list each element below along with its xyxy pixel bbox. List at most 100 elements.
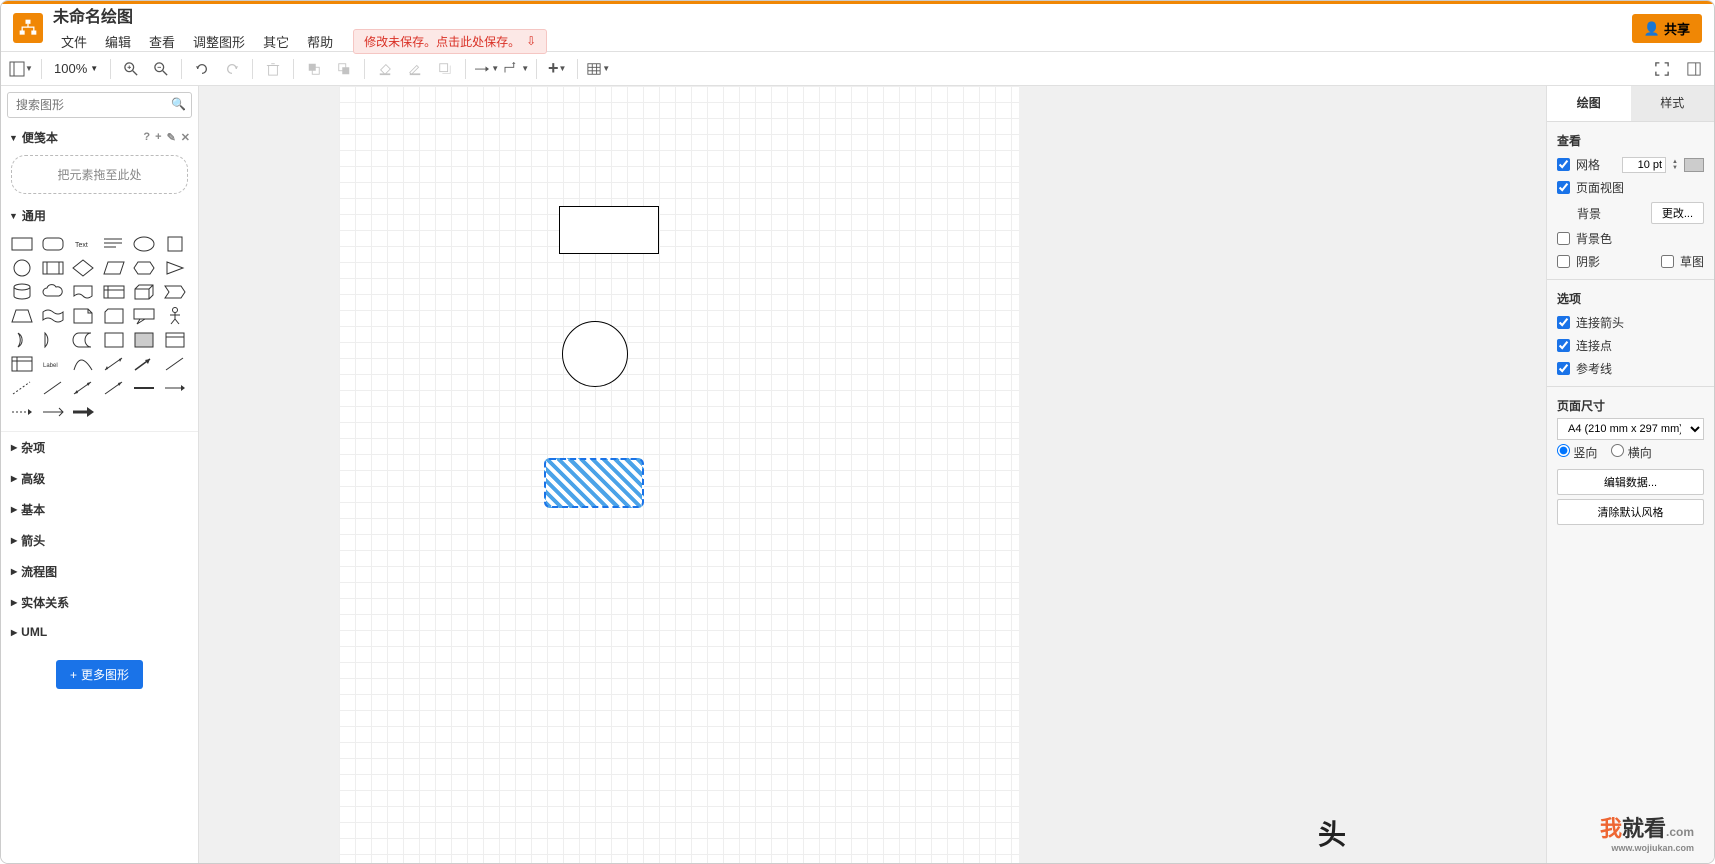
shadow-checkbox[interactable]: [1557, 255, 1570, 268]
category-advanced[interactable]: ▶高级: [1, 463, 198, 494]
grid-size-input[interactable]: [1622, 157, 1666, 173]
portrait-radio[interactable]: [1557, 444, 1570, 457]
shape-rect[interactable]: [9, 233, 35, 255]
shape-cube[interactable]: [131, 281, 157, 303]
shadow-button[interactable]: [431, 56, 459, 82]
format-panel-button[interactable]: [1680, 56, 1708, 82]
category-basic[interactable]: ▶基本: [1, 494, 198, 525]
page-size-select[interactable]: A4 (210 mm x 297 mm): [1557, 418, 1704, 440]
menu-file[interactable]: 文件: [53, 30, 95, 53]
connection-button[interactable]: ▼: [472, 56, 500, 82]
category-misc[interactable]: ▶杂项: [1, 432, 198, 463]
edit-data-button[interactable]: 编辑数据...: [1557, 469, 1704, 495]
landscape-radio[interactable]: [1611, 444, 1624, 457]
fullscreen-button[interactable]: [1648, 56, 1676, 82]
shape-curve[interactable]: [70, 353, 96, 375]
shape-step[interactable]: [162, 281, 188, 303]
menu-arrange[interactable]: 调整图形: [185, 30, 253, 53]
change-bg-button[interactable]: 更改...: [1651, 202, 1704, 224]
shape-square[interactable]: [162, 233, 188, 255]
category-uml[interactable]: ▶UML: [1, 618, 198, 646]
shape-text[interactable]: Text: [70, 233, 96, 255]
conn-arrows-checkbox[interactable]: [1557, 316, 1570, 329]
shape-cylinder[interactable]: [9, 281, 35, 303]
grid-checkbox[interactable]: [1557, 158, 1570, 171]
canvas-rectangle[interactable]: [559, 206, 659, 254]
fill-color-button[interactable]: [371, 56, 399, 82]
shape-hline[interactable]: [131, 377, 157, 399]
shape-container[interactable]: [101, 329, 127, 351]
shape-dir-conn[interactable]: [101, 377, 127, 399]
delete-button[interactable]: [259, 56, 287, 82]
grid-color-swatch[interactable]: [1684, 158, 1704, 172]
shape-or[interactable]: [40, 329, 66, 351]
canvas[interactable]: 头: [199, 86, 1546, 863]
shape-callout[interactable]: [131, 305, 157, 327]
menu-edit[interactable]: 编辑: [97, 30, 139, 53]
stepper-down-icon[interactable]: ▼: [1672, 165, 1678, 171]
add-icon[interactable]: +: [155, 131, 161, 144]
view-mode-button[interactable]: ▼: [7, 56, 35, 82]
tab-style[interactable]: 样式: [1631, 86, 1715, 121]
clear-style-button[interactable]: 清除默认风格: [1557, 499, 1704, 525]
line-color-button[interactable]: [401, 56, 429, 82]
zoom-out-button[interactable]: [147, 56, 175, 82]
landscape-radio-label[interactable]: 横向: [1611, 444, 1651, 461]
shape-internal-storage[interactable]: [101, 281, 127, 303]
waypoint-button[interactable]: ▼: [502, 56, 530, 82]
shape-label[interactable]: Label: [40, 353, 66, 375]
undo-button[interactable]: [188, 56, 216, 82]
category-entity[interactable]: ▶实体关系: [1, 587, 198, 618]
category-arrows[interactable]: ▶箭头: [1, 525, 198, 556]
edit-icon[interactable]: ✎: [167, 131, 176, 144]
menu-extras[interactable]: 其它: [255, 30, 297, 53]
shape-data-storage[interactable]: [70, 329, 96, 351]
help-icon[interactable]: ?: [143, 131, 150, 144]
save-warning[interactable]: 修改未保存。点击此处保存。 ⇩: [353, 29, 547, 54]
category-flowchart[interactable]: ▶流程图: [1, 556, 198, 587]
bgcolor-checkbox[interactable]: [1557, 232, 1570, 245]
shape-document[interactable]: [70, 281, 96, 303]
shape-hexagon[interactable]: [131, 257, 157, 279]
shape-rounded-rect[interactable]: [40, 233, 66, 255]
shape-trapezoid[interactable]: [9, 305, 35, 327]
page[interactable]: [339, 86, 1019, 863]
shape-hline-dash[interactable]: [9, 401, 35, 423]
shape-hline-arrow[interactable]: [162, 377, 188, 399]
close-icon[interactable]: ✕: [181, 131, 190, 144]
shape-hline-thick[interactable]: [70, 401, 96, 423]
shape-triangle[interactable]: [162, 257, 188, 279]
shape-container-filled[interactable]: [131, 329, 157, 351]
redo-button[interactable]: [218, 56, 246, 82]
menu-help[interactable]: 帮助: [299, 30, 341, 53]
shape-note[interactable]: [70, 305, 96, 327]
shape-circle[interactable]: [9, 257, 35, 279]
conn-points-checkbox[interactable]: [1557, 339, 1570, 352]
canvas-circle[interactable]: [562, 321, 628, 387]
to-front-button[interactable]: [300, 56, 328, 82]
shape-process[interactable]: [40, 257, 66, 279]
shape-cloud[interactable]: [40, 281, 66, 303]
shape-line2[interactable]: [40, 377, 66, 399]
scratchpad-dropzone[interactable]: 把元素拖至此处: [11, 155, 188, 194]
portrait-radio-label[interactable]: 竖向: [1557, 444, 1597, 461]
shape-parallelogram[interactable]: [101, 257, 127, 279]
shape-bidir-arrow[interactable]: [101, 353, 127, 375]
search-shapes-input[interactable]: [7, 92, 192, 118]
shape-hline-open[interactable]: [40, 401, 66, 423]
page-view-checkbox[interactable]: [1557, 181, 1570, 194]
shape-ellipse[interactable]: [131, 233, 157, 255]
menu-view[interactable]: 查看: [141, 30, 183, 53]
shape-diamond[interactable]: [70, 257, 96, 279]
shape-dash-line[interactable]: [9, 377, 35, 399]
document-title[interactable]: 未命名绘图: [53, 2, 547, 29]
canvas-hatched-rect[interactable]: [544, 458, 644, 508]
zoom-in-button[interactable]: [117, 56, 145, 82]
shape-actor[interactable]: [162, 305, 188, 327]
scratchpad-header[interactable]: ▼便笺本 ? + ✎ ✕: [1, 124, 198, 151]
shape-list[interactable]: [9, 353, 35, 375]
insert-button[interactable]: +▼: [543, 56, 571, 82]
shape-line[interactable]: [162, 353, 188, 375]
shape-moon[interactable]: [9, 329, 35, 351]
more-shapes-button[interactable]: +更多图形: [56, 660, 143, 689]
